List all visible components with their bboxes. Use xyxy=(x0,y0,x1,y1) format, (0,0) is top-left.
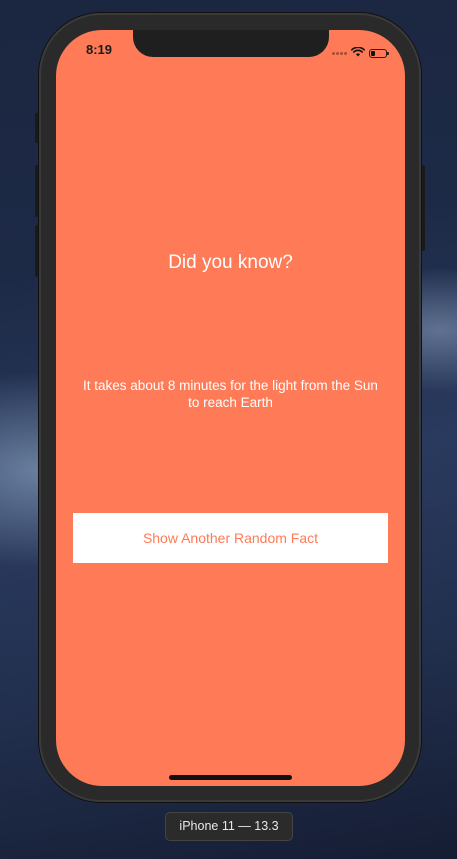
wifi-icon xyxy=(351,44,365,62)
status-time: 8:19 xyxy=(86,42,113,57)
simulator-device-label: iPhone 11 — 13.3 xyxy=(165,812,293,841)
notch xyxy=(133,30,329,57)
fact-text: It takes about 8 minutes for the light f… xyxy=(83,378,378,410)
signal-icon xyxy=(332,51,347,55)
app-screen: 8:19 Did you know? It takes about 8 minu… xyxy=(56,30,405,786)
headline: Did you know? xyxy=(168,252,293,273)
home-indicator[interactable] xyxy=(169,775,292,780)
show-random-fact-button[interactable]: Show Another Random Fact xyxy=(73,513,388,563)
status-icons xyxy=(332,44,389,62)
power-button xyxy=(421,165,425,251)
battery-icon xyxy=(369,48,389,58)
